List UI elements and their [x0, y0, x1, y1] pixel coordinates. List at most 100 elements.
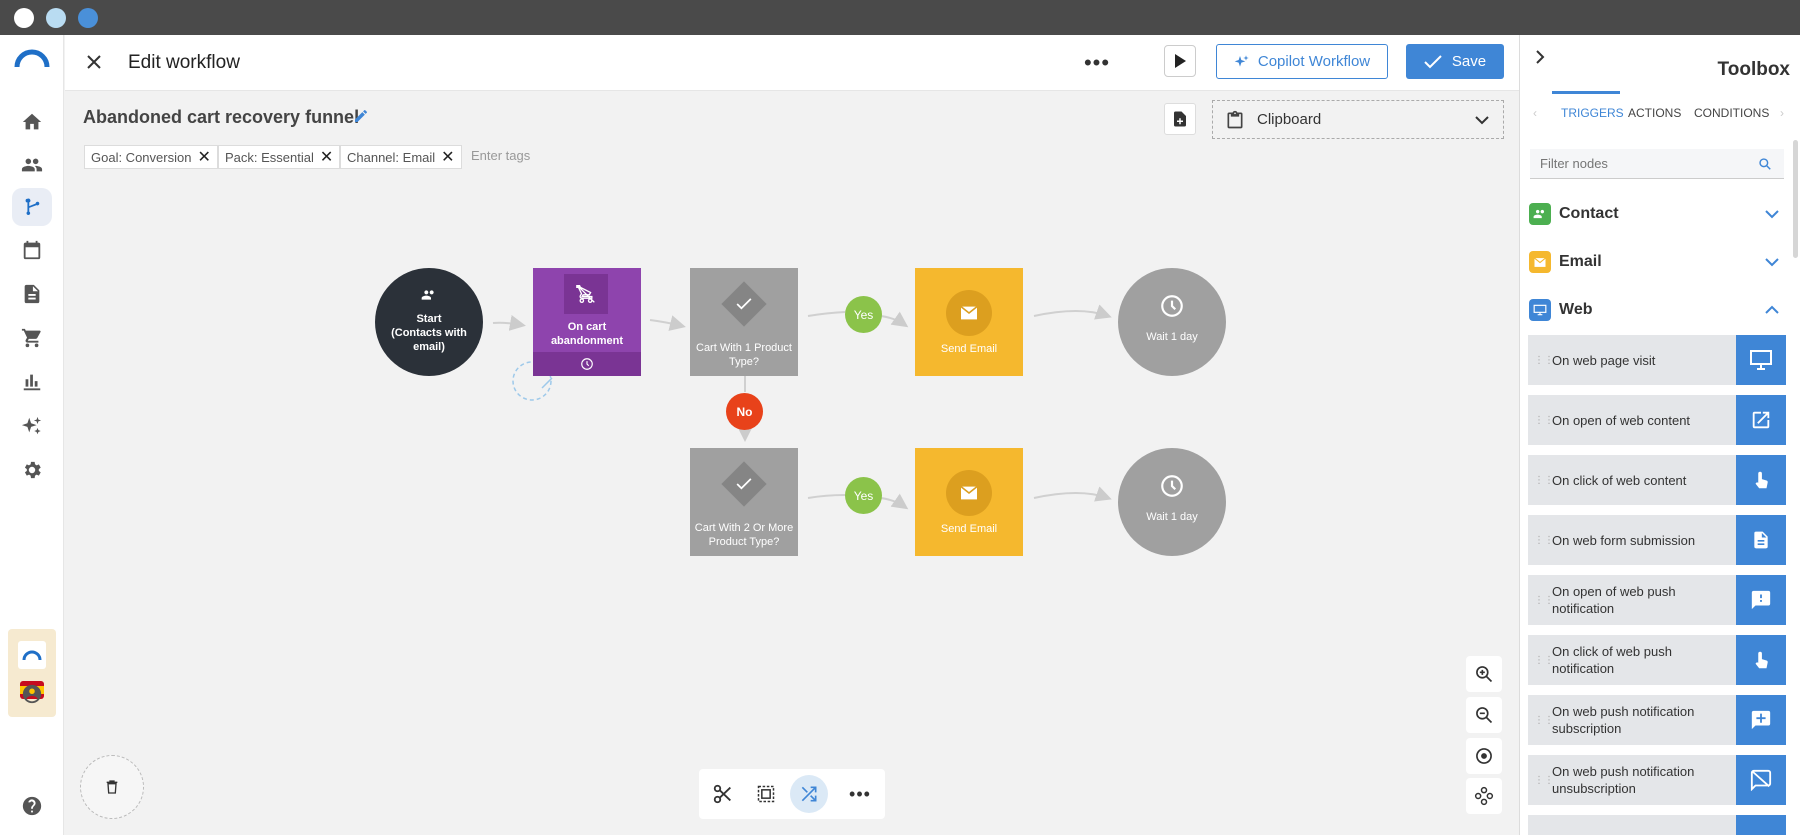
web-item-click-content[interactable]: ⋮⋮ On click of web content [1528, 455, 1786, 505]
cut-button[interactable] [704, 775, 742, 813]
category-web[interactable]: Web [1529, 295, 1779, 325]
toolbox-scrollbar[interactable] [1793, 140, 1798, 258]
web-item-open-push[interactable]: ⋮⋮ On open of web push notification [1528, 575, 1786, 625]
web-item-push-unsubscription[interactable]: ⋮⋮ On web push notification unsubscripti… [1528, 755, 1786, 805]
tag-label: Channel: Email [347, 149, 436, 165]
run-button[interactable] [1164, 45, 1196, 77]
drag-handle-icon[interactable]: ⋮⋮ [1534, 595, 1554, 605]
zoom-in-button[interactable] [1466, 656, 1502, 692]
trigger-node-cart-abandonment[interactable]: On cart abandonment [533, 268, 641, 376]
clipboard-label: Clipboard [1257, 111, 1322, 128]
drag-handle-icon[interactable]: ⋮⋮ [1534, 475, 1554, 485]
remove-tag-icon[interactable]: ✕ [441, 147, 454, 167]
chevron-down-icon [1765, 258, 1779, 267]
clipboard-dropdown[interactable]: Clipboard [1212, 100, 1504, 139]
tabs-scroll-right[interactable]: › [1780, 106, 1784, 120]
more-tools-button[interactable]: ••• [841, 775, 879, 813]
web-item-partial[interactable] [1528, 815, 1786, 835]
wait-node-2[interactable]: Wait 1 day [1118, 448, 1226, 556]
recenter-button[interactable] [1466, 738, 1502, 774]
condition-node-2[interactable]: Cart With 2 Or More Product Type? [690, 448, 798, 556]
chevron-right-icon [1536, 50, 1545, 64]
collapse-toolbox-button[interactable] [1534, 49, 1554, 69]
remove-tag-icon[interactable]: ✕ [197, 147, 210, 167]
monitor-icon [1529, 299, 1551, 321]
auto-connect-toggle[interactable] [790, 775, 828, 813]
clipboard-icon [1227, 110, 1243, 128]
web-item-label: On open of web content [1552, 412, 1691, 428]
zoom-out-button[interactable] [1466, 697, 1502, 733]
trigger-icon-box [564, 274, 608, 314]
delete-dropzone[interactable] [80, 755, 144, 819]
nav-ai[interactable] [12, 407, 52, 445]
window-minimize-dot[interactable] [46, 8, 66, 28]
nav-cart[interactable] [12, 319, 52, 357]
tab-actions[interactable]: ACTIONS [1628, 106, 1681, 120]
category-contact[interactable]: Contact [1529, 199, 1779, 229]
drag-handle-icon[interactable]: ⋮⋮ [1534, 535, 1554, 545]
web-item-page-visit[interactable]: ⋮⋮ On web page visit [1528, 335, 1786, 385]
workflow-name: Abandoned cart recovery funnel [83, 107, 360, 127]
category-email[interactable]: Email [1529, 247, 1779, 277]
tab-conditions[interactable]: CONDITIONS [1694, 106, 1769, 120]
note-add-icon [1174, 111, 1186, 127]
monitor-icon [1736, 335, 1786, 385]
nav-calendar[interactable] [12, 231, 52, 269]
drag-handle-icon[interactable]: ⋮⋮ [1534, 715, 1554, 725]
nav-account[interactable] [12, 675, 52, 713]
send-email-node-2[interactable]: Send Email [915, 448, 1023, 556]
remove-tag-icon[interactable]: ✕ [320, 147, 333, 167]
save-button[interactable]: Save [1406, 44, 1504, 79]
user-circle-icon [22, 684, 42, 704]
touch-icon [1736, 635, 1786, 685]
contacts-icon [421, 290, 434, 300]
edit-name-button[interactable] [353, 108, 371, 126]
notification-off-icon [1736, 755, 1786, 805]
nav-workflows[interactable] [12, 188, 52, 226]
select-area-button[interactable] [747, 775, 785, 813]
tabs-scroll-left[interactable]: ‹ [1533, 106, 1537, 120]
condition-node-1[interactable]: Cart With 1 Product Type? [690, 268, 798, 376]
no-label: No [736, 404, 753, 419]
drag-handle-icon[interactable]: ⋮⋮ [1534, 775, 1554, 785]
nav-settings[interactable] [12, 451, 52, 489]
shuffle-icon [801, 786, 817, 802]
nav-home[interactable] [12, 103, 52, 141]
home-icon [22, 113, 42, 130]
web-item-form-submission[interactable]: ⋮⋮ On web form submission [1528, 515, 1786, 565]
more-horizontal-icon: ••• [849, 783, 871, 804]
window-close-dot[interactable] [14, 8, 34, 28]
auto-layout-button[interactable] [1466, 778, 1502, 814]
nav-contacts[interactable] [12, 146, 52, 184]
nav-reports[interactable] [12, 363, 52, 401]
drag-handle-icon[interactable]: ⋮⋮ [1534, 355, 1554, 365]
copilot-workflow-button[interactable]: Copilot Workflow [1216, 44, 1388, 79]
web-item-click-push[interactable]: ⋮⋮ On click of web push notification [1528, 635, 1786, 685]
wait-node-1[interactable]: Wait 1 day [1118, 268, 1226, 376]
send-email-node-1[interactable]: Send Email [915, 268, 1023, 376]
nav-documents[interactable] [12, 275, 52, 313]
web-item-push-subscription[interactable]: ⋮⋮ On web push notification subscription [1528, 695, 1786, 745]
drag-handle-icon[interactable]: ⋮⋮ [1534, 415, 1554, 425]
tags-input[interactable]: Enter tags [471, 148, 530, 163]
drag-handle-icon[interactable]: ⋮⋮ [1534, 655, 1554, 665]
web-item-label: On click of web content [1552, 472, 1687, 488]
tab-triggers[interactable]: TRIGGERS [1561, 106, 1624, 120]
close-button[interactable] [83, 51, 105, 73]
nav-help[interactable] [12, 787, 52, 825]
active-tab-indicator [1552, 91, 1620, 94]
nav-rail [0, 35, 64, 835]
add-note-button[interactable] [1164, 103, 1196, 135]
filter-nodes-input[interactable] [1530, 156, 1758, 171]
window-maximize-dot[interactable] [78, 8, 98, 28]
clock-icon [1161, 295, 1183, 317]
web-item-label: On web push notification subscription [1552, 704, 1695, 736]
app-logo[interactable] [14, 49, 50, 69]
more-options-button[interactable]: ••• [1083, 49, 1111, 77]
start-node[interactable]: Start (Contacts with email) [375, 268, 483, 376]
document-icon [1736, 515, 1786, 565]
filter-nodes-field[interactable] [1530, 149, 1784, 179]
chevron-up-icon [1765, 305, 1779, 314]
save-label: Save [1451, 53, 1487, 70]
web-item-open-content[interactable]: ⋮⋮ On open of web content [1528, 395, 1786, 445]
